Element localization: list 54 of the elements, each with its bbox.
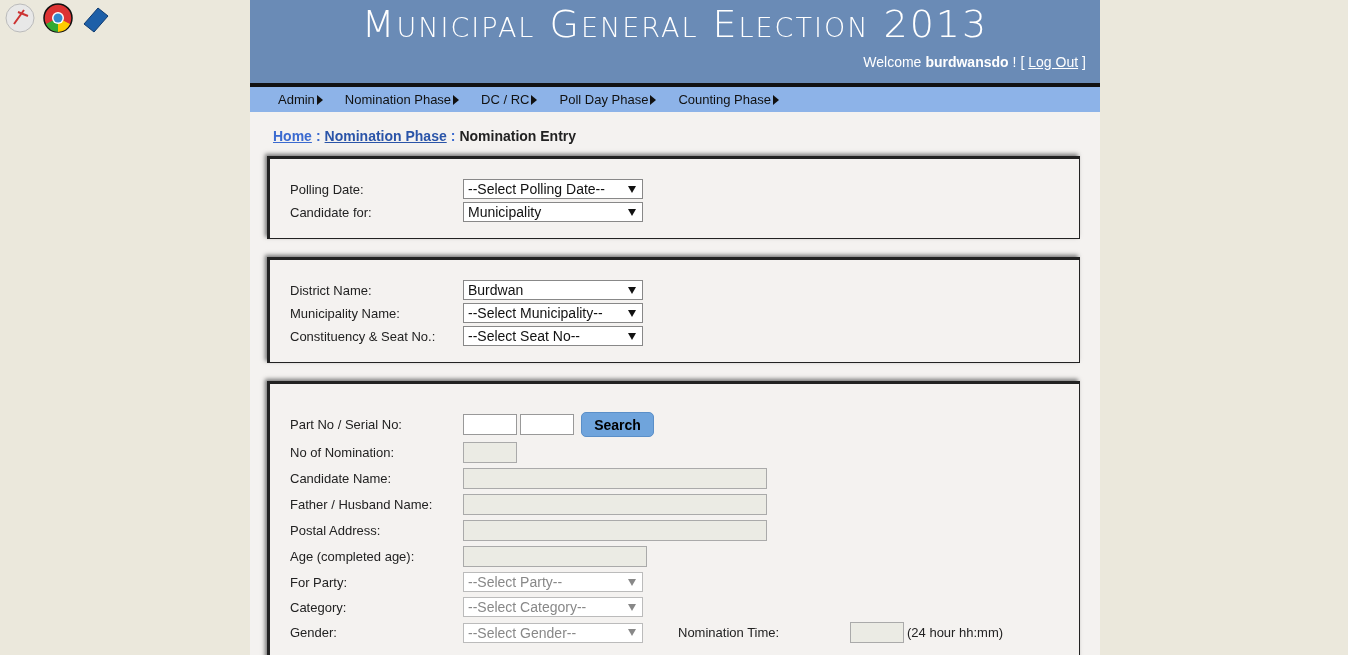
menu-item[interactable]: DC / RC: [481, 92, 538, 107]
field-label: District Name:: [290, 282, 373, 298]
dropdown[interactable]: Burdwan: [463, 280, 643, 300]
menu-item[interactable]: Poll Day Phase: [559, 92, 657, 107]
menu-item[interactable]: Nomination Phase: [344, 92, 460, 107]
field-label: Part No / Serial No:: [290, 417, 403, 432]
field-label: For Party:: [290, 574, 349, 590]
caret-icon: [628, 185, 636, 193]
logout-link[interactable]: Log Out: [1028, 54, 1079, 70]
breadcrumb-current: Nomination Entry: [459, 128, 577, 144]
dropdown[interactable]: --Select Polling Date--: [463, 179, 643, 199]
field-label: Constituency & Seat No.:: [290, 328, 437, 344]
browser-icon[interactable]: [42, 2, 74, 34]
field-label: Polling Date:: [290, 181, 365, 197]
menu-item[interactable]: Counting Phase: [678, 92, 779, 107]
part-no-field[interactable]: [463, 414, 517, 435]
welcome-text: Welcome: [863, 54, 922, 70]
caret-icon: [628, 578, 636, 586]
arrow-icon: [531, 94, 538, 105]
caret-icon: [628, 286, 636, 294]
arrow-icon: [650, 94, 657, 105]
field-label: Postal Address:: [290, 523, 382, 538]
field-label: Candidate Name:: [290, 471, 393, 486]
caret-icon: [628, 629, 636, 636]
field-label: Nomination Time:: [678, 625, 781, 640]
caret-icon: [628, 208, 636, 216]
dropdown[interactable]: Municipality: [463, 202, 643, 222]
breadcrumb-separator: :: [315, 128, 321, 144]
time-format-hint: (24 hour hh:mm): [907, 625, 1004, 640]
bracket-text: ! [: [1012, 54, 1025, 70]
caret-icon: [628, 309, 636, 317]
dropdown[interactable]: --Select Municipality--: [463, 303, 643, 323]
breadcrumb-link[interactable]: Nomination Phase: [324, 128, 447, 144]
username: burdwansdo: [925, 54, 1009, 70]
search-button[interactable]: Search: [581, 412, 654, 437]
arrow-icon: [453, 94, 460, 105]
field-label: Candidate for:: [290, 204, 373, 220]
field-label: Municipality Name:: [290, 305, 401, 321]
caret-icon: [628, 603, 636, 611]
field-label: Category:: [290, 599, 348, 615]
caret-icon: [628, 332, 636, 340]
menu-item[interactable]: Admin: [278, 92, 323, 107]
serial-no-field[interactable]: [520, 414, 574, 435]
bracket-text: ]: [1082, 54, 1086, 70]
dropdown[interactable]: --Select Seat No--: [463, 326, 643, 346]
breadcrumb-link[interactable]: Home: [273, 128, 312, 144]
field-label: Father / Husband Name:: [290, 497, 434, 512]
field-label: Age (completed age):: [290, 549, 416, 564]
page-title: Municipal General Election 2013: [361, 2, 989, 46]
field-label: Gender:: [290, 625, 338, 640]
arrow-icon: [316, 94, 323, 105]
arrow-icon: [772, 94, 779, 105]
breadcrumb-separator: :: [450, 128, 456, 144]
field-label: No of Nomination:: [290, 445, 396, 460]
